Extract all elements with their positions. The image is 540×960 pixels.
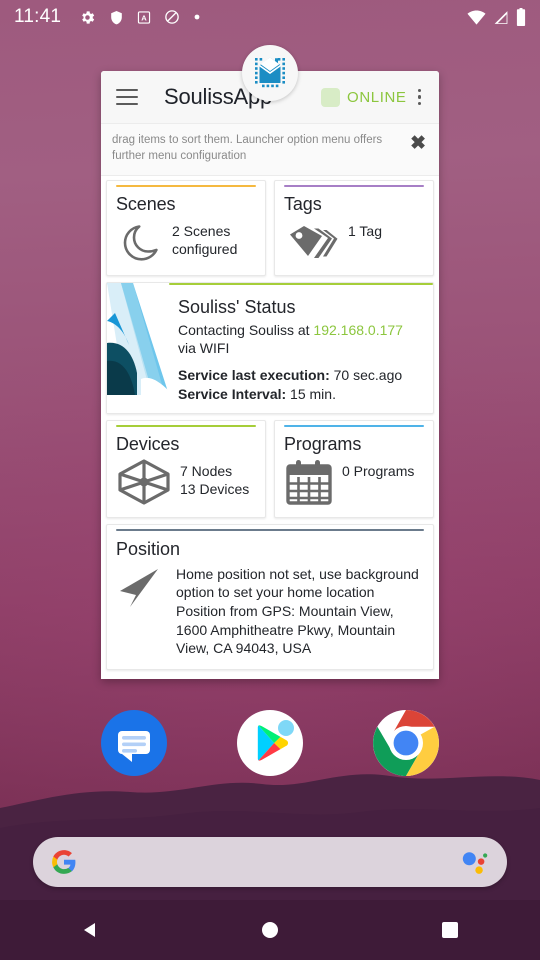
tile-scenes[interactable]: Scenes 2 Scenes configured [106,179,266,276]
cellular-signal-icon [494,10,508,24]
tile-line: configured [172,241,238,258]
hint-text: drag items to sort them. Launcher option… [112,134,383,162]
do-not-disturb-icon [165,10,179,24]
souliss-house-mail-icon[interactable] [242,45,298,101]
service-last-execution-value: 70 sec.ago [329,367,403,384]
service-last-execution-label: Service last execution: [178,367,330,384]
adguard-a-icon: A [138,10,151,24]
tile-line: 13 Devices [180,481,250,498]
navigation-arrow-icon [116,563,166,611]
back-triangle-icon[interactable] [55,908,125,952]
tile-row-scenes-tags: Scenes 2 Scenes configured Tags 1 Tag [103,179,437,282]
overflow-menu-icon[interactable] [414,86,428,109]
close-icon[interactable]: ✖ [410,133,429,153]
status-color-swatch [321,87,341,107]
tile-accent-status [169,282,433,285]
play-store-app-icon[interactable] [236,709,304,777]
tile-title-scenes: Scenes [116,193,176,214]
tile-accent-tags [284,184,424,187]
tile-souliss-status[interactable]: Souliss' Status Contacting Souliss at 19… [106,281,434,414]
shield-icon [111,10,122,24]
status-bar-right-icons [467,8,526,26]
souliss-app-widget: SoulissApp ONLINE drag items to sort the… [101,45,439,679]
tile-title-position: Position [116,538,181,559]
widget-body: Scenes 2 Scenes configured Tags 1 Tag So… [101,175,439,679]
tile-line: 0 Programs [342,462,415,479]
status-content: Souliss' Status Contacting Souliss at 19… [169,282,433,413]
tile-line: 1 Tag [348,222,382,239]
service-info: Service last execution: 70 sec.ago Servi… [178,366,424,404]
battery-icon [516,8,526,26]
status-badge: ONLINE [347,88,407,106]
tile-title-programs: Programs [284,433,362,454]
tile-lines-devices: 7 Nodes 13 Devices [180,457,249,499]
tile-row-status: Souliss' Status Contacting Souliss at 19… [103,281,437,420]
position-description: Home position not set, use background op… [176,565,419,657]
tile-lines-tags: 1 Tag [348,217,382,240]
tile-row-devices-programs: Devices 7 Nodes 13 Devices Programs 0 Pr… [103,419,437,524]
service-interval-value: 15 min. [286,385,336,402]
tile-lines-scenes: 2 Scenes configured [172,217,237,259]
souliss-banner-image [107,282,169,413]
messages-app-icon[interactable] [100,709,168,777]
cube-nodes-icon [116,457,172,507]
tile-title-status: Souliss' Status [178,296,296,317]
status-contacting-line: Contacting Souliss at 192.168.0.177 via … [178,321,424,359]
tile-programs[interactable]: Programs 0 Programs [274,419,434,518]
dock [0,704,540,782]
status-bar-clock: 11:41 [14,6,62,27]
chrome-app-icon[interactable] [372,709,440,777]
service-last-execution-line: Service last execution: 70 sec.ago [178,366,424,385]
tile-title-tags: Tags [284,193,322,214]
moon-icon [116,217,164,265]
svg-text:A: A [141,13,147,22]
tile-title-devices: Devices [116,433,180,454]
dot-icon [194,14,200,20]
service-interval-line: Service Interval: 15 min. [178,385,424,404]
search-input[interactable] [77,837,461,887]
tile-lines-programs: 0 Programs [342,457,414,480]
wifi-icon [467,9,486,25]
settings-gear-icon [82,10,95,24]
navigation-bar [0,900,540,960]
google-g-icon [52,850,76,874]
tile-accent-programs [284,424,424,427]
connection-status[interactable]: ONLINE [321,86,427,109]
contacting-suffix: via WIFI [178,340,230,357]
google-assistant-icon[interactable] [461,849,489,875]
status-bar-left-icons: A [79,9,201,26]
service-interval-label: Service Interval: [178,385,287,402]
tile-row-position: Position Home position not set, use back… [103,523,437,676]
tile-accent-scenes [116,184,256,187]
status-bar: 11:41 A [0,0,540,34]
calendar-icon [284,457,334,507]
tile-accent-devices [116,424,256,427]
tile-tags[interactable]: Tags 1 Tag [274,179,434,276]
hamburger-menu-icon[interactable] [116,89,138,105]
souliss-ip-address: 192.168.0.177 [313,321,403,338]
recents-square-icon[interactable] [415,908,485,952]
home-circle-icon[interactable] [235,908,305,952]
google-search-bar[interactable] [33,837,507,887]
tile-devices[interactable]: Devices 7 Nodes 13 Devices [106,419,266,518]
contacting-prefix: Contacting Souliss at [178,321,314,338]
hint-bar: drag items to sort them. Launcher option… [101,123,439,176]
tile-position[interactable]: Position Home position not set, use back… [106,523,434,670]
tile-line: 7 Nodes [180,462,233,479]
tile-accent-position [116,528,424,531]
tile-line: 2 Scenes [172,222,231,239]
home-screen: 11:41 A SoulissApp ONLINE drag items to … [0,0,540,960]
tags-icon [284,217,340,265]
